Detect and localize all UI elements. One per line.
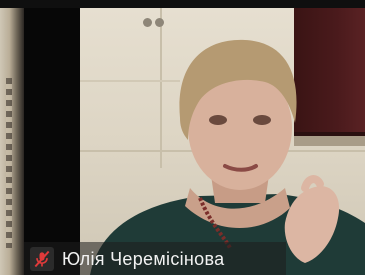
window-top-edge [0,0,365,8]
microphone-muted-icon[interactable] [30,246,54,271]
video-tile[interactable]: Юлія Черемісінова [0,0,365,275]
adjacent-tile-edge [0,8,24,275]
participant-name-label: Юлія Черемісінова [24,242,286,275]
participant-name: Юлія Черемісінова [62,248,225,269]
participant-video [90,39,365,275]
video-letterbox [24,8,80,275]
